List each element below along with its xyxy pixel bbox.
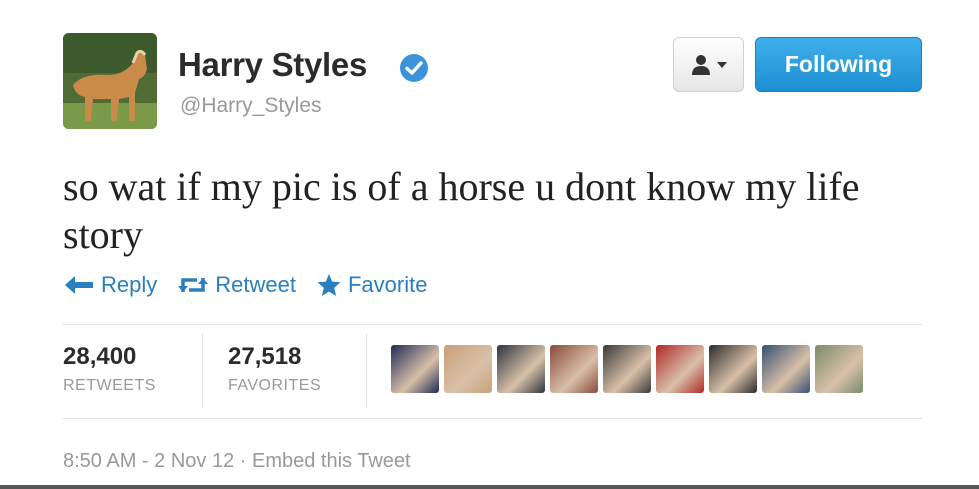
reply-label: Reply [101,272,158,297]
bottom-border [0,485,979,489]
divider [63,324,922,325]
user-dropdown-icon [691,54,710,75]
stats-divider [366,334,367,408]
star-icon [317,274,341,296]
retweets-label[interactable]: RETWEETS [63,377,156,395]
retweet-icon [178,278,209,292]
reply-action[interactable]: Reply [63,272,157,298]
profile-avatar[interactable] [63,33,157,129]
stats-divider [202,334,203,408]
tweet-timestamp[interactable]: 8:50 AM - 2 Nov 12 [63,450,234,472]
favoriter-avatar[interactable] [550,345,598,393]
favorite-label: Favorite [347,272,428,297]
retweet-label: Retweet [215,272,296,297]
chevron-down-icon [716,61,727,68]
favorites-count[interactable]: 27,518 [228,343,301,371]
tweet-footer: 8:50 AM - 2 Nov 12 · Embed this Tweet [63,450,411,473]
tweet-actions: Reply Retweet Favorite [63,272,447,298]
verified-badge-icon [400,54,428,82]
user-handle[interactable]: @Harry_Styles [180,94,322,118]
favorite-action[interactable]: Favorite [316,272,427,298]
favoriter-avatar[interactable] [391,345,439,393]
user-display-name[interactable]: Harry Styles [178,46,367,84]
horse-avatar-image [63,33,157,129]
retweets-count[interactable]: 28,400 [63,343,136,371]
favoriter-avatar[interactable] [815,345,863,393]
reply-icon [65,276,93,294]
favoriter-avatar[interactable] [656,345,704,393]
favoriters-avatars [391,345,863,393]
embed-tweet-link[interactable]: Embed this Tweet [252,450,411,472]
user-actions-dropdown[interactable] [673,37,744,92]
footer-separator: · [234,450,252,472]
favoriter-avatar[interactable] [762,345,810,393]
divider [63,418,922,419]
retweet-action[interactable]: Retweet [177,272,296,298]
favoriter-avatar[interactable] [709,345,757,393]
tweet-text: so wat if my pic is of a horse u dont kn… [63,164,860,257]
favoriter-avatar[interactable] [497,345,545,393]
favorites-label[interactable]: FAVORITES [228,377,321,395]
following-button[interactable]: Following [755,37,922,92]
favoriter-avatar[interactable] [444,345,492,393]
favoriter-avatar[interactable] [603,345,651,393]
